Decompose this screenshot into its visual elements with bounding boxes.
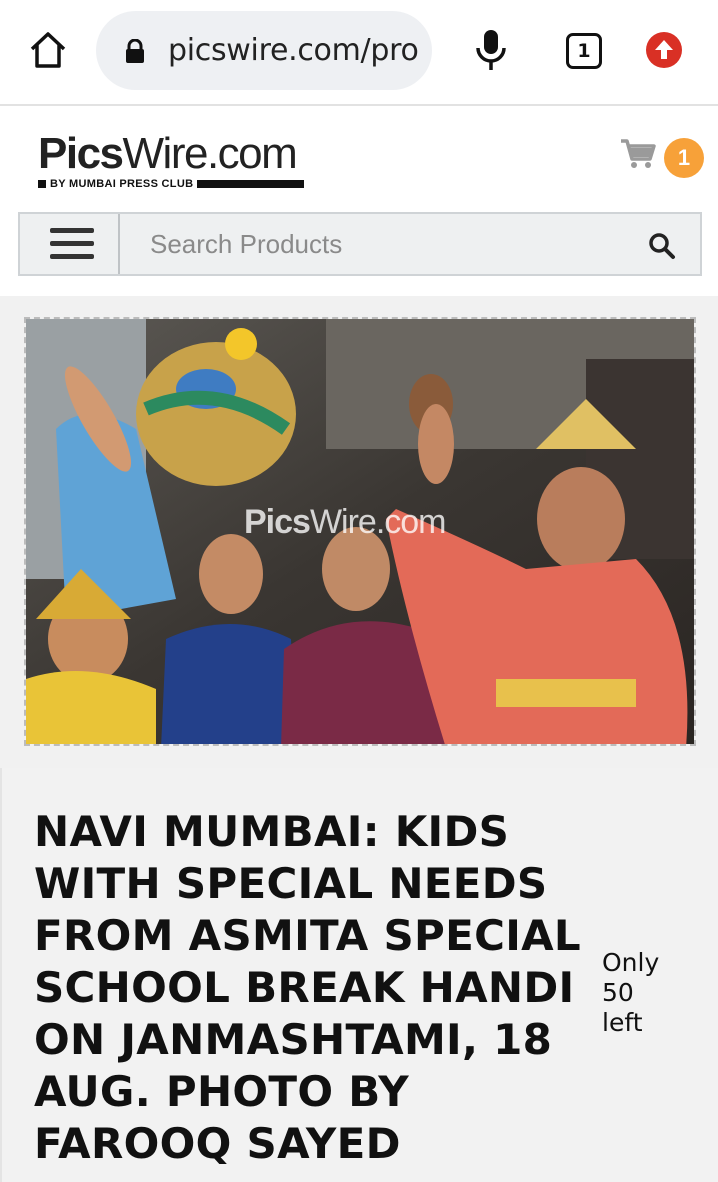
update-icon[interactable] (646, 32, 682, 68)
tabs-count: 1 (577, 40, 591, 62)
logo-rest: Wire.com (122, 129, 298, 178)
product-image[interactable]: PicsWire.com (24, 317, 696, 746)
logo-tagline: BY MUMBAI PRESS CLUB (50, 178, 194, 190)
tabs-button[interactable]: 1 (566, 33, 602, 69)
site-logo[interactable]: PicsWire.com BY MUMBAI PRESS CLUB (38, 130, 304, 190)
home-icon[interactable] (28, 30, 68, 70)
cart-icon[interactable] (620, 138, 656, 170)
cart-count-badge[interactable]: 1 (664, 138, 704, 178)
product-title: NAVI MUMBAI: KIDS WITH SPECIAL NEEDS FRO… (34, 807, 581, 1168)
logo-bold: Pics (38, 129, 124, 178)
site-header: PicsWire.com BY MUMBAI PRESS CLUB 1 (0, 108, 718, 296)
address-bar[interactable]: picswire.com/pro (96, 11, 432, 90)
stock-status: Only 50 left (602, 948, 660, 1037)
url-text: picswire.com/pro (168, 33, 418, 68)
search-bar (18, 212, 702, 276)
lock-icon (124, 38, 146, 63)
image-watermark: PicsWire.com (244, 503, 447, 541)
menu-icon[interactable] (20, 214, 120, 274)
search-icon[interactable] (648, 232, 676, 260)
product-content: PicsWire.com NAVI MUMBAI: KIDS WITH SPEC… (0, 296, 718, 1182)
search-input[interactable] (150, 224, 630, 264)
product-details: NAVI MUMBAI: KIDS WITH SPECIAL NEEDS FRO… (0, 768, 718, 1182)
browser-toolbar: picswire.com/pro 1 (0, 0, 718, 106)
mic-icon[interactable] (474, 28, 508, 72)
